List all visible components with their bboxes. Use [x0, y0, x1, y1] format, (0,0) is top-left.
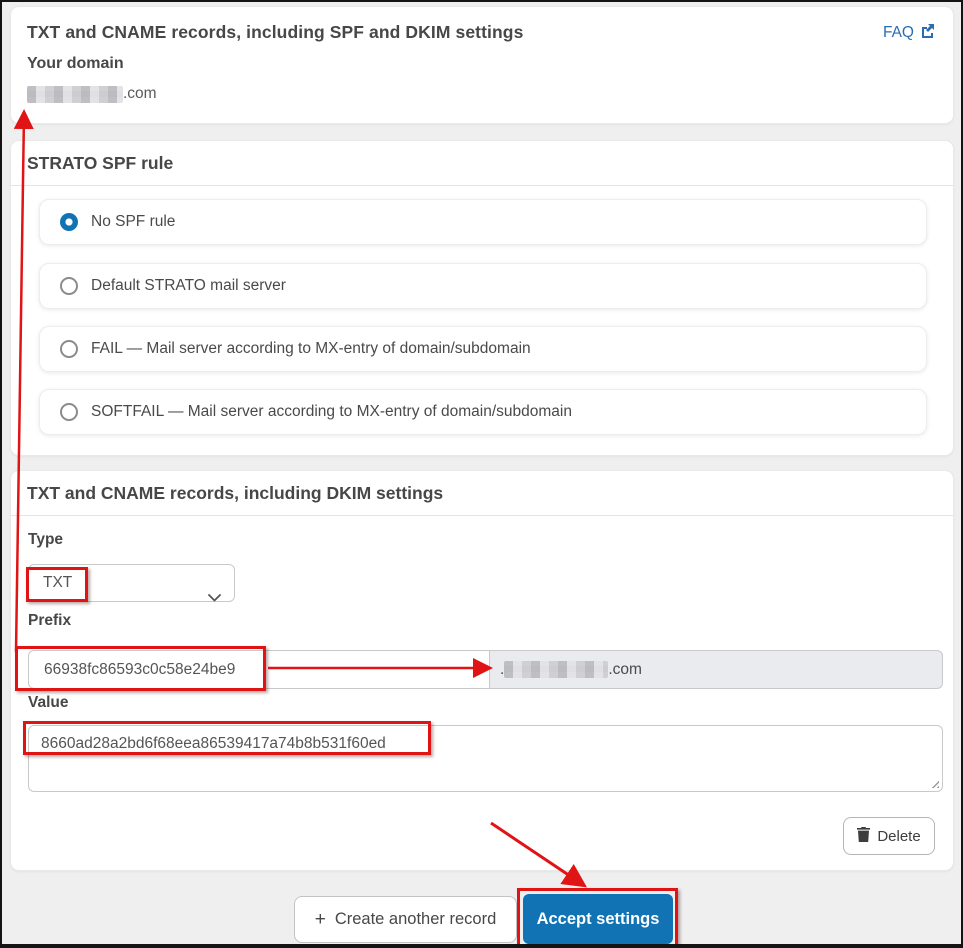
value-text: 8660ad28a2bd6f68eea86539417a74b8b531f60e…	[41, 735, 386, 752]
spf-rule-card: STRATO SPF rule No SPF rule Default STRA…	[10, 140, 954, 456]
value-label: Value	[28, 694, 69, 711]
domain-header-card: TXT and CNAME records, including SPF and…	[10, 6, 954, 124]
record-type-value: TXT	[43, 574, 73, 591]
prefix-input[interactable]: 66938fc86593c0c58e24be9	[28, 650, 490, 689]
external-link-icon	[920, 23, 935, 43]
page-title: TXT and CNAME records, including SPF and…	[27, 22, 524, 42]
spf-option-label: FAIL — Mail server according to MX-entry…	[91, 340, 531, 357]
radio-unselected-icon[interactable]	[60, 403, 78, 421]
plus-icon: +	[314, 909, 326, 930]
create-another-record-label: Create another record	[334, 910, 497, 928]
spf-option-label: Default STRATO mail server	[91, 277, 286, 294]
chevron-down-icon	[208, 580, 221, 616]
faq-link-label: FAQ	[882, 24, 914, 41]
radio-unselected-icon[interactable]	[60, 277, 78, 295]
dkim-records-card: TXT and CNAME records, including DKIM se…	[10, 470, 954, 871]
accept-settings-button[interactable]: Accept settings	[523, 894, 673, 944]
record-type-select[interactable]: TXT	[28, 564, 235, 602]
spf-section-heading: STRATO SPF rule	[11, 141, 953, 186]
domain-value: .com	[27, 85, 157, 103]
spf-option-fail[interactable]: FAIL — Mail server according to MX-entry…	[39, 326, 927, 372]
dkim-section-heading: TXT and CNAME records, including DKIM se…	[11, 471, 953, 516]
redacted-domain-blur	[504, 661, 609, 678]
prefix-field-group: 66938fc86593c0c58e24be9 . .com	[28, 650, 943, 689]
faq-link[interactable]: FAQ	[883, 23, 935, 43]
prefix-suffix-tld: .com	[608, 660, 642, 678]
spf-option-no-rule[interactable]: No SPF rule	[39, 199, 927, 245]
delete-button[interactable]: Delete	[843, 817, 935, 855]
domain-tld: .com	[123, 85, 157, 102]
resize-handle[interactable]	[929, 778, 939, 788]
spf-option-label: No SPF rule	[91, 213, 176, 230]
create-another-record-button[interactable]: + Create another record	[294, 896, 517, 943]
accept-settings-label: Accept settings	[536, 909, 660, 928]
radio-selected-icon[interactable]	[60, 213, 78, 231]
prefix-label: Prefix	[28, 612, 72, 629]
prefix-domain-suffix: . .com	[490, 650, 943, 689]
spf-option-default-mail-server[interactable]: Default STRATO mail server	[39, 263, 927, 309]
type-label: Type	[28, 531, 64, 548]
trash-icon	[857, 826, 871, 846]
your-domain-label: Your domain	[27, 55, 124, 72]
spf-option-label: SOFTFAIL — Mail server according to MX-e…	[91, 403, 572, 420]
settings-panel: TXT and CNAME records, including SPF and…	[0, 0, 963, 948]
redacted-domain-blur	[27, 85, 123, 103]
radio-unselected-icon[interactable]	[60, 340, 78, 358]
delete-button-label: Delete	[877, 827, 921, 845]
value-textarea[interactable]: 8660ad28a2bd6f68eea86539417a74b8b531f60e…	[28, 725, 943, 792]
spf-option-softfail[interactable]: SOFTFAIL — Mail server according to MX-e…	[39, 389, 927, 435]
